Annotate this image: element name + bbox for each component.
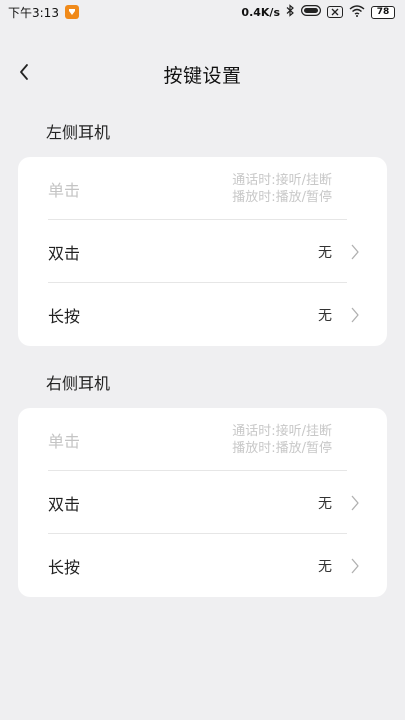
desc-call: 通话时:接听/挂断 xyxy=(232,423,332,439)
desc-play: 播放时:播放/暂停 xyxy=(232,189,332,205)
chevron-right-icon xyxy=(349,305,361,325)
battery-icon: 78 xyxy=(371,5,395,19)
nav-bar: 按键设置 xyxy=(0,52,405,96)
row-value: 无 xyxy=(318,244,332,261)
row-label: 双击 xyxy=(48,243,81,263)
back-button[interactable] xyxy=(6,56,42,92)
row-label: 长按 xyxy=(48,306,81,326)
app-icon xyxy=(64,5,79,19)
right-long-press-row[interactable]: 长按 无 xyxy=(18,534,387,597)
sim-off-icon xyxy=(327,6,343,18)
row-value: 无 xyxy=(318,495,332,512)
left-single-tap-row: 单击 通话时:接听/挂断 播放时:播放/暂停 xyxy=(18,157,387,220)
chevron-left-icon xyxy=(18,63,30,85)
left-double-tap-row[interactable]: 双击 无 xyxy=(18,220,387,283)
row-description: 通话时:接听/挂断 播放时:播放/暂停 xyxy=(232,172,332,206)
row-label: 单击 xyxy=(48,431,81,451)
status-right: 0.4K/s 78 xyxy=(241,4,395,20)
status-time: 下午3:13 xyxy=(8,5,59,20)
bluetooth-icon xyxy=(286,4,295,20)
section-title-right: 右侧耳机 xyxy=(46,374,111,393)
row-label: 双击 xyxy=(48,494,81,514)
chevron-right-icon xyxy=(349,242,361,262)
desc-play: 播放时:播放/暂停 xyxy=(232,440,332,456)
network-speed: 0.4K/s xyxy=(241,5,280,19)
row-value: 无 xyxy=(318,558,332,575)
left-long-press-row[interactable]: 长按 无 xyxy=(18,283,387,346)
desc-call: 通话时:接听/挂断 xyxy=(232,172,332,188)
row-label: 单击 xyxy=(48,180,81,200)
right-earphone-card: 单击 通话时:接听/挂断 播放时:播放/暂停 双击 无 长按 无 xyxy=(18,408,387,597)
status-left: 下午3:13 xyxy=(8,4,79,21)
row-value: 无 xyxy=(318,307,332,324)
left-earphone-card: 单击 通话时:接听/挂断 播放时:播放/暂停 双击 无 长按 无 xyxy=(18,157,387,346)
row-label: 长按 xyxy=(48,557,81,577)
wifi-icon xyxy=(349,4,365,20)
chevron-right-icon xyxy=(349,493,361,513)
status-bar: 下午3:13 0.4K/s 78 xyxy=(0,0,405,24)
row-description: 通话时:接听/挂断 播放时:播放/暂停 xyxy=(232,423,332,457)
section-title-left: 左侧耳机 xyxy=(46,123,111,142)
right-double-tap-row[interactable]: 双击 无 xyxy=(18,471,387,534)
hd-icon xyxy=(301,5,321,19)
right-single-tap-row: 单击 通话时:接听/挂断 播放时:播放/暂停 xyxy=(18,408,387,471)
page-title: 按键设置 xyxy=(163,64,242,87)
chevron-right-icon xyxy=(349,556,361,576)
